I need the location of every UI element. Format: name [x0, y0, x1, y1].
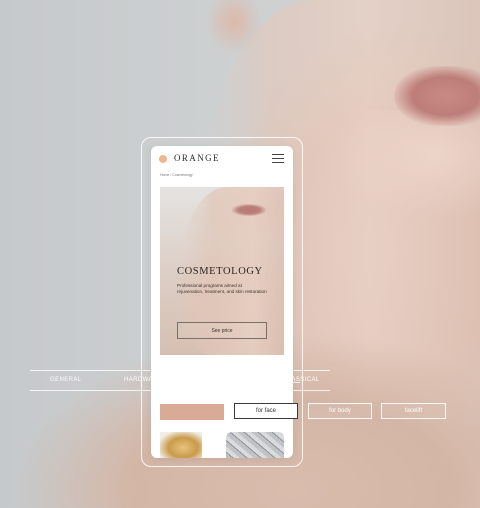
hero-lips — [232, 204, 266, 216]
product-thumbnail[interactable] — [160, 432, 202, 458]
background-ear — [206, 0, 262, 54]
product-thumbnail[interactable] — [226, 432, 284, 458]
hamburger-menu-icon[interactable] — [272, 154, 284, 163]
filter-facelift[interactable]: facelift — [381, 403, 446, 419]
category-classical[interactable]: CLASSICAL — [283, 377, 320, 383]
category-hardware[interactable]: HARDWARE — [124, 377, 162, 383]
hero-title: COSMETOLOGY — [177, 266, 263, 277]
category-general[interactable]: GENERAL — [50, 377, 81, 383]
category-injection[interactable]: INJECTION — [203, 377, 238, 383]
breadcrumb[interactable]: Home / Cosmetology — [160, 173, 193, 177]
background-chin — [330, 110, 480, 220]
background-lips — [394, 66, 480, 126]
hero-description: Professional programs aimed at rejuvenat… — [177, 283, 267, 294]
product-thumbnails — [160, 432, 284, 458]
filter-for-body[interactable]: for body — [308, 403, 372, 419]
see-price-button[interactable]: See price — [177, 322, 267, 339]
filter-for-face[interactable]: for face — [234, 403, 298, 419]
mobile-header: ORANGE — [151, 146, 293, 172]
filter-button-active[interactable] — [160, 404, 224, 420]
hero-banner: COSMETOLOGY Professional programs aimed … — [160, 187, 284, 355]
logo[interactable]: ORANGE — [174, 153, 220, 163]
logo-dot-icon — [159, 155, 167, 163]
